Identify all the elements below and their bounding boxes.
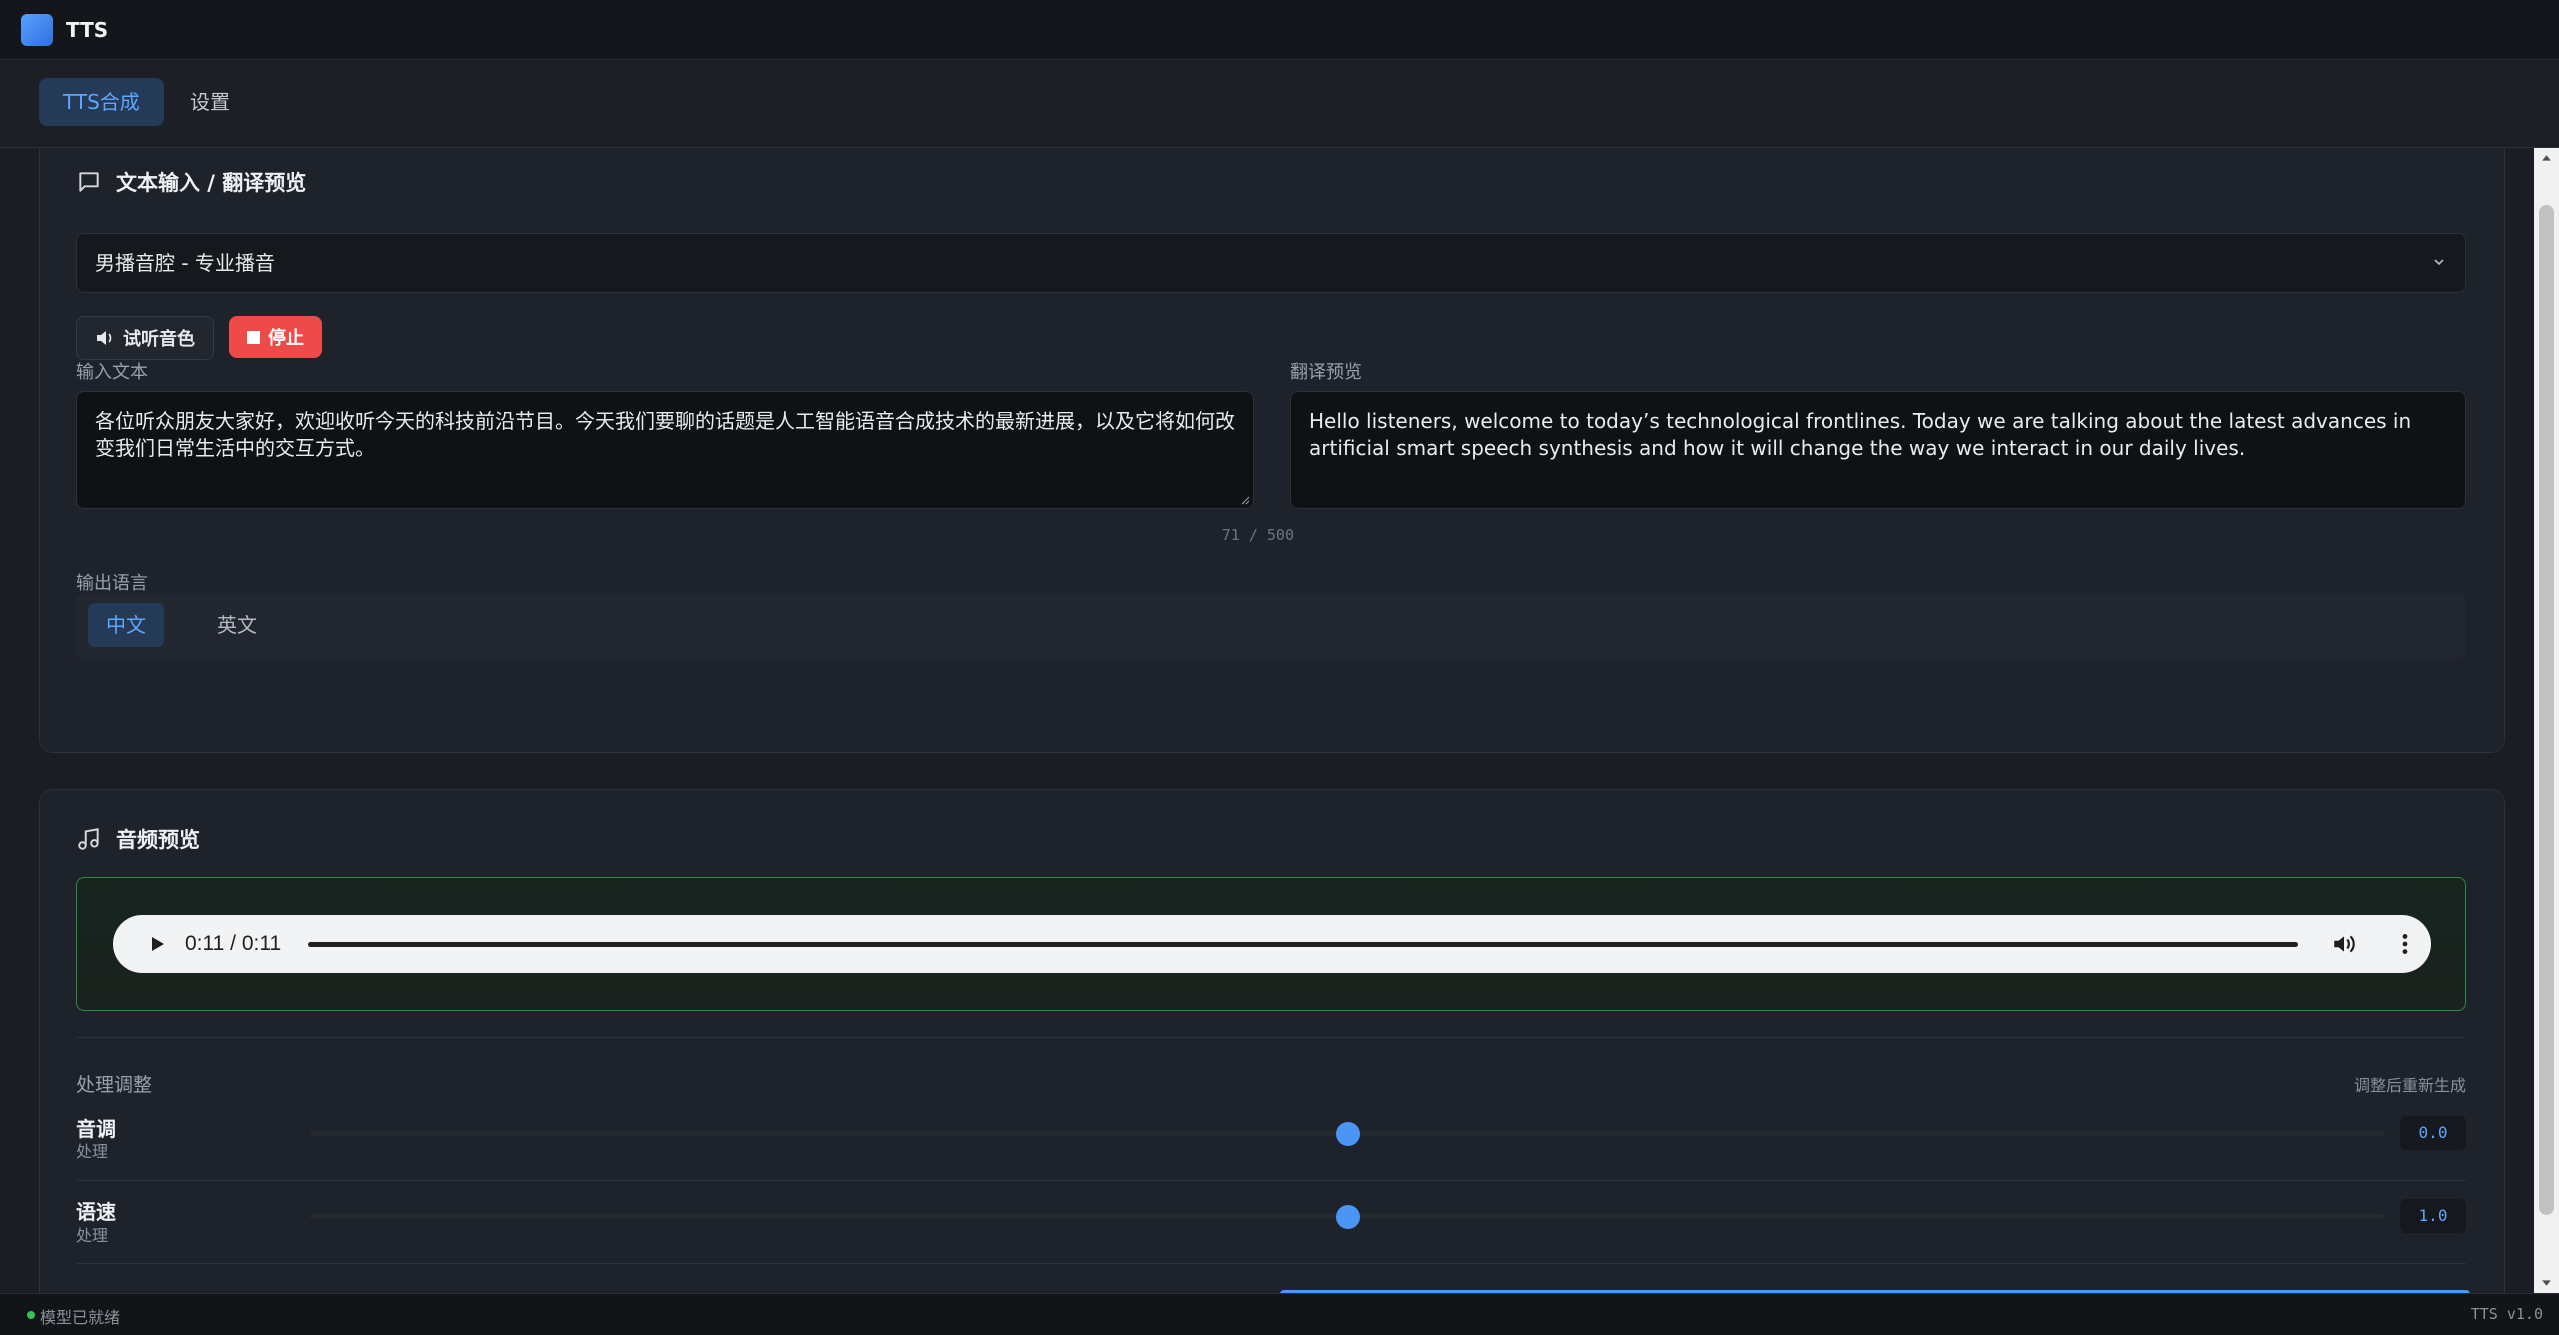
- main-content[interactable]: 文本输入 / 翻译预览 男播音腔 - 专业播音 试听音色 停止 输入文本 翻译预…: [0, 148, 2534, 1293]
- app-logo-icon: [21, 13, 53, 46]
- speed-sublabel: 处理: [76, 1226, 109, 1245]
- play-icon[interactable]: [147, 934, 167, 954]
- version-text: TTS v1.0: [2470, 1305, 2543, 1323]
- listen-voice-button[interactable]: 试听音色: [76, 316, 214, 360]
- pitch-slider[interactable]: [310, 1122, 2385, 1146]
- pitch-sublabel: 处理: [76, 1142, 109, 1161]
- pitch-value: 0.0: [2400, 1116, 2466, 1150]
- stop-button[interactable]: 停止: [229, 316, 322, 358]
- translation-text: Hello listeners, welcome to today’s tech…: [1309, 409, 2412, 460]
- translation-preview-box: Hello listeners, welcome to today’s tech…: [1290, 391, 2466, 509]
- music-note-icon: [78, 828, 99, 850]
- output-language-toggle: 中文 英文: [76, 593, 2466, 659]
- input-textarea[interactable]: 各位听众朋友大家好，欢迎收听今天的科技前沿节目。今天我们要聊的话题是人工智能语音…: [76, 391, 1254, 509]
- translation-preview-label: 翻译预览: [1290, 362, 1362, 383]
- audio-progress-bar[interactable]: [308, 942, 2298, 947]
- text-card-header: 文本输入 / 翻译预览: [76, 167, 306, 197]
- audio-preview-card: 音频预览 0:11 / 0:11 处理调整 调整后重新生成 音调 处理 0.0 …: [39, 789, 2505, 1293]
- section-divider: [76, 1037, 2466, 1038]
- input-text-label: 输入文本: [76, 362, 148, 383]
- speed-value: 1.0: [2400, 1199, 2466, 1233]
- tab-settings[interactable]: 设置: [166, 78, 254, 126]
- scrollbar[interactable]: [2534, 148, 2559, 1293]
- speed-slider[interactable]: [310, 1205, 2385, 1229]
- status-bar: 模型已就绪 TTS v1.0: [0, 1293, 2559, 1335]
- tab-bar: TTS合成 设置: [0, 60, 2559, 148]
- more-options-icon[interactable]: [2392, 931, 2418, 957]
- audio-player[interactable]: 0:11 / 0:11: [113, 915, 2431, 973]
- voice-select[interactable]: 男播音腔 - 专业播音: [76, 233, 2466, 293]
- stop-label: 停止: [268, 328, 304, 349]
- audio-card-title: 音频预览: [116, 828, 200, 852]
- audio-time: 0:11 / 0:11: [185, 932, 282, 955]
- tab-tts-synthesis[interactable]: TTS合成: [39, 78, 164, 126]
- app-title: TTS: [66, 17, 109, 42]
- chevron-down-icon: [2434, 259, 2444, 266]
- volume-icon[interactable]: [2331, 931, 2357, 957]
- text-card-title: 文本输入 / 翻译预览: [116, 171, 307, 195]
- output-language-label: 输出语言: [76, 573, 148, 594]
- input-text-value: 各位听众朋友大家好，欢迎收听今天的科技前沿节目。今天我们要聊的话题是人工智能语音…: [95, 409, 1235, 460]
- slider-divider: [76, 1263, 2466, 1264]
- audio-player-container: 0:11 / 0:11: [76, 877, 2466, 1011]
- language-option-chinese[interactable]: 中文: [88, 603, 164, 647]
- pitch-slider-thumb[interactable]: [1335, 1122, 1360, 1146]
- speed-label: 语速: [76, 1200, 116, 1224]
- scrollbar-thumb[interactable]: [2539, 205, 2554, 1215]
- text-input-card: 文本输入 / 翻译预览 男播音腔 - 专业播音 试听音色 停止 输入文本 翻译预…: [39, 148, 2505, 753]
- listen-voice-label: 试听音色: [123, 329, 195, 350]
- scroll-down-arrow-icon[interactable]: [2540, 1276, 2553, 1289]
- resize-grip-icon[interactable]: [1240, 495, 1250, 505]
- status-text: 模型已就绪: [40, 1308, 121, 1327]
- title-bar: TTS: [0, 0, 2559, 60]
- language-option-english[interactable]: 英文: [199, 603, 275, 647]
- slider-divider: [76, 1180, 2466, 1181]
- scroll-up-arrow-icon[interactable]: [2540, 152, 2553, 165]
- stop-icon: [247, 330, 260, 344]
- audio-card-header: 音频预览: [76, 824, 200, 854]
- voice-select-value: 男播音腔 - 专业播音: [95, 251, 275, 275]
- message-icon: [79, 172, 99, 192]
- processing-note: 调整后重新生成: [2353, 1076, 2466, 1095]
- speaker-icon: [97, 331, 112, 345]
- status-dot-icon: [27, 1311, 35, 1319]
- speed-slider-thumb[interactable]: [1335, 1205, 1360, 1229]
- char-counter: 71 / 500: [1221, 526, 1294, 544]
- processing-label: 处理调整: [76, 1074, 153, 1096]
